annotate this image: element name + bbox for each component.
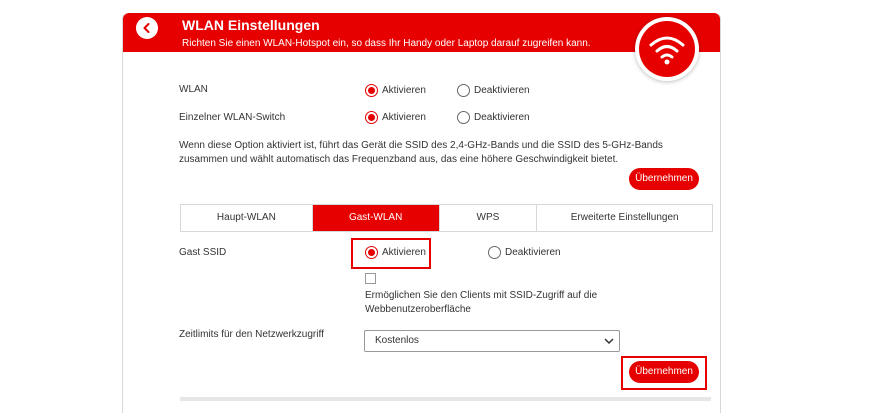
- web-ui-access-label: Ermöglichen Sie den Clients mit SSID-Zug…: [365, 290, 598, 315]
- wlan-label: WLAN: [179, 84, 208, 95]
- page-subtitle: Richten Sie einen WLAN-Hotspot ein, so d…: [182, 38, 591, 49]
- tab-wps[interactable]: WPS: [440, 205, 538, 231]
- apply-button-top[interactable]: Übernehmen: [629, 168, 699, 190]
- switch-activate-radio[interactable]: [365, 111, 378, 124]
- switch-label: Einzelner WLAN-Switch: [179, 112, 286, 123]
- time-limit-select[interactable]: Kostenlos: [364, 330, 620, 352]
- section-divider: [180, 397, 711, 401]
- tab-advanced-settings[interactable]: Erweiterte Einstellungen: [537, 205, 712, 231]
- page-title: WLAN Einstellungen: [182, 17, 320, 33]
- guest-deactivate-label: Deaktivieren: [505, 247, 561, 258]
- wlan-tabs: Haupt-WLAN Gast-WLAN WPS Erweiterte Eins…: [180, 204, 713, 232]
- web-ui-access-checkbox[interactable]: [365, 273, 376, 284]
- panel-header: WLAN Einstellungen Richten Sie einen WLA…: [123, 13, 720, 52]
- switch-activate-label: Aktivieren: [382, 112, 426, 123]
- wlan-settings-panel: WLAN Einstellungen Richten Sie einen WLA…: [122, 13, 721, 413]
- guest-ssid-label: Gast SSID: [179, 247, 227, 258]
- wifi-badge: [635, 17, 699, 81]
- wlan-activate-radio[interactable]: [365, 84, 378, 97]
- wlan-activate-label: Aktivieren: [382, 85, 426, 96]
- guest-activate-label: Aktivieren: [382, 247, 426, 258]
- wlan-deactivate-radio[interactable]: [457, 84, 470, 97]
- back-button[interactable]: [136, 17, 158, 39]
- switch-description: Wenn diese Option aktiviert ist, führt d…: [179, 140, 663, 165]
- switch-deactivate-label: Deaktivieren: [474, 112, 530, 123]
- time-limit-label: Zeitlimits für den Netzwerkzugriff: [179, 329, 324, 340]
- guest-activate-radio[interactable]: [365, 246, 378, 259]
- apply-button-bottom[interactable]: Übernehmen: [629, 361, 699, 383]
- wlan-deactivate-label: Deaktivieren: [474, 85, 530, 96]
- switch-deactivate-radio[interactable]: [457, 111, 470, 124]
- tab-main-wlan[interactable]: Haupt-WLAN: [181, 205, 313, 231]
- time-limit-value: Kostenlos: [375, 335, 419, 346]
- guest-deactivate-radio[interactable]: [488, 246, 501, 259]
- tab-guest-wlan[interactable]: Gast-WLAN: [312, 205, 440, 231]
